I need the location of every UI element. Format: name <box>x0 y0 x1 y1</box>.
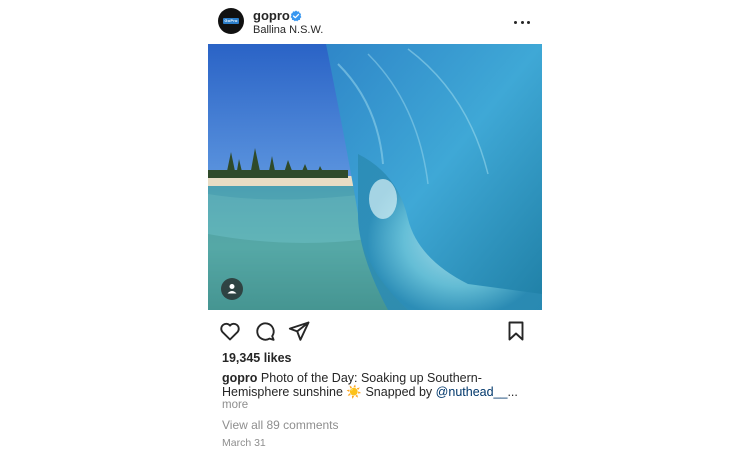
caption-more-link[interactable]: more <box>222 399 248 412</box>
more-dot <box>527 20 530 24</box>
instagram-post: GoPro gopro Ballina N.S.W. 19,345 likes … <box>208 0 542 459</box>
post-photo[interactable] <box>208 44 542 310</box>
share-icon[interactable] <box>287 319 311 343</box>
comment-icon[interactable] <box>253 319 277 343</box>
view-comments-link[interactable]: View all 89 comments <box>222 418 339 432</box>
caption: gopro Photo of the Day: Soaking up South… <box>222 371 522 399</box>
verified-badge-icon <box>290 10 302 22</box>
post-location[interactable]: Ballina N.S.W. <box>253 24 323 37</box>
likes-count[interactable]: 19,345 likes <box>222 351 292 366</box>
caption-snapped-by: Snapped by <box>365 385 433 399</box>
sun-emoji: ☀️ <box>346 385 362 399</box>
wave-image <box>208 44 542 310</box>
more-dot <box>514 20 517 24</box>
post-date: March 31 <box>222 437 266 449</box>
caption-username[interactable]: gopro <box>222 371 257 385</box>
caption-mention[interactable]: @nuthead__ <box>436 385 508 399</box>
action-bar <box>208 316 542 346</box>
avatar[interactable]: GoPro <box>218 8 244 34</box>
username[interactable]: gopro <box>253 9 290 23</box>
bookmark-icon[interactable] <box>504 319 528 343</box>
avatar-logo-text: GoPro <box>224 18 238 23</box>
person-icon <box>227 284 237 294</box>
more-options-icon[interactable] <box>510 12 534 32</box>
post-header: GoPro gopro Ballina N.S.W. <box>208 0 542 44</box>
more-dot <box>520 20 524 24</box>
user-tag-icon[interactable] <box>221 278 243 300</box>
heart-icon[interactable] <box>218 319 242 343</box>
caption-ellipsis: ... <box>507 385 518 399</box>
